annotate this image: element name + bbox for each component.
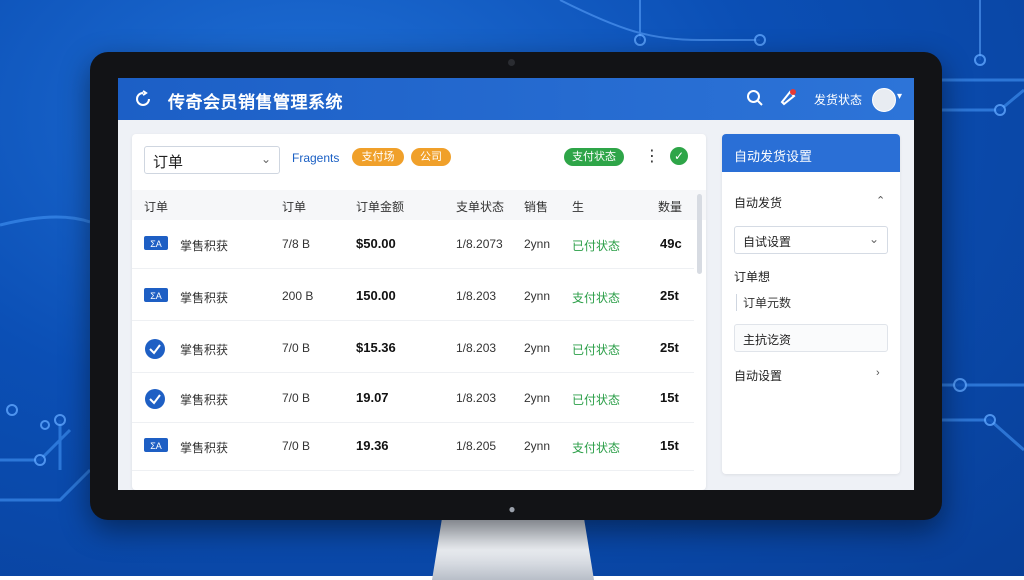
column-header[interactable]: 订单金额 xyxy=(356,198,404,215)
webcam xyxy=(508,59,515,66)
order-user: 2ynn xyxy=(524,439,551,453)
shipping-status-menu[interactable]: 发货状态 xyxy=(814,91,862,108)
order-qty: 15t xyxy=(660,438,679,453)
apple-logo-icon: ● xyxy=(508,502,516,516)
chevron-down-icon: ⌄ xyxy=(260,152,271,166)
auto-ship-section[interactable]: 自动发货 xyxy=(734,194,782,211)
column-header[interactable]: 数量 xyxy=(658,198,682,215)
order-status: 支付状态 xyxy=(572,291,621,305)
order-date: 1/8.203 xyxy=(456,289,497,303)
column-header[interactable]: 生 xyxy=(572,198,584,215)
auto-settings-section[interactable]: 自动设置 xyxy=(734,367,782,384)
auto-setting-select[interactable]: 自试设置 ⌄ xyxy=(734,226,888,254)
settings-input[interactable]: 主抗讫资 xyxy=(734,324,888,352)
avatar[interactable] xyxy=(872,88,896,112)
table-header: 订单 订单 订单金额 支单状态 销售 生 数量 xyxy=(132,190,706,220)
order-user: 2ynn xyxy=(524,341,551,355)
search-icon[interactable] xyxy=(746,89,764,107)
svg-text:ΣA: ΣA xyxy=(150,239,162,249)
order-qty: 15t xyxy=(660,390,679,405)
app-screen: 传奇会员销售管理系统 发货状态 ▾ 订单 ⌄ Fragents 支付场 公司 支… xyxy=(118,78,914,490)
order-date: 1/8.203 xyxy=(456,391,497,405)
orders-panel: 订单 ⌄ Fragents 支付场 公司 支付状态 ⋮ ✓ 订单 订单 订单金额… xyxy=(132,134,706,490)
order-date: 1/8.203 xyxy=(456,341,497,355)
fragents-link[interactable]: Fragents xyxy=(292,151,339,165)
input-value: 主抗讫资 xyxy=(743,333,792,347)
svg-text:ΣA: ΣA xyxy=(150,441,162,451)
product-name: 掌售积获 xyxy=(180,441,229,455)
table-row[interactable]: ΣA 掌售积获 200 B 150.00 1/8.203 2ynn 支付状态 2… xyxy=(132,272,694,321)
auto-ship-settings-panel: 自动发货设置 自动发货 ⌃ 自试设置 ⌄ 订单想 订单元数 主抗讫资 自动设置 … xyxy=(722,134,900,474)
order-status: 支付状态 xyxy=(572,441,621,455)
side-panel-header: 自动发货设置 xyxy=(722,134,900,172)
check-circle-icon[interactable]: ✓ xyxy=(670,147,688,165)
notification-icon[interactable] xyxy=(778,88,798,108)
order-price: 19.36 xyxy=(356,438,389,453)
product-name: 掌售积获 xyxy=(180,343,229,357)
order-date: 1/8.2073 xyxy=(456,237,503,251)
order-price: 19.07 xyxy=(356,390,389,405)
order-status: 已付状态 xyxy=(572,393,621,407)
product-name: 掌售积获 xyxy=(180,239,229,253)
select-value: 自试设置 xyxy=(743,235,792,249)
table-row[interactable]: 掌售积获 7/0 B $15.36 1/8.203 2ynn 已付状态 25t xyxy=(132,324,694,373)
order-filter-select[interactable]: 订单 ⌄ xyxy=(144,146,280,174)
order-user: 2ynn xyxy=(524,391,551,405)
refresh-logo-icon xyxy=(136,90,150,106)
order-qty: 25t xyxy=(660,288,679,303)
app-title: 传奇会员销售管理系统 xyxy=(168,93,343,112)
order-status: 已付状态 xyxy=(572,343,621,357)
product-name: 掌售积获 xyxy=(180,393,229,407)
order-count-item[interactable]: 订单元数 xyxy=(736,294,791,311)
order-id: 7/8 B xyxy=(282,237,311,251)
filter-tag-company[interactable]: 公司 xyxy=(411,148,451,166)
table-row[interactable]: ΣA 掌售积获 7/8 B $50.00 1/8.2073 2ynn 已付状态 … xyxy=(132,220,694,269)
order-section-label: 订单想 xyxy=(734,270,771,284)
order-id: 7/0 B xyxy=(282,391,311,405)
chevron-down-icon: ⌄ xyxy=(868,232,879,246)
shield-check-icon xyxy=(145,339,165,359)
order-id: 7/0 B xyxy=(282,341,311,355)
order-price: $50.00 xyxy=(356,236,396,251)
column-header[interactable]: 订单 xyxy=(144,198,168,215)
order-qty: 25t xyxy=(660,340,679,355)
order-price: 150.00 xyxy=(356,288,396,303)
id-card-icon: ΣA xyxy=(144,438,168,452)
monitor-stand xyxy=(432,520,594,580)
filter-value: 订单 xyxy=(153,154,184,171)
table-row[interactable]: ΣA 掌售积获 7/0 B 19.36 1/8.205 2ynn 支付状态 15… xyxy=(132,422,694,471)
payment-status-tag[interactable]: 支付状态 xyxy=(564,148,624,166)
order-qty: 49c xyxy=(660,236,682,251)
order-user: 2ynn xyxy=(524,289,551,303)
column-header[interactable]: 销售 xyxy=(524,198,548,215)
id-card-icon: ΣA xyxy=(144,288,168,302)
order-id: 7/0 B xyxy=(282,439,311,453)
table-scrollbar[interactable] xyxy=(697,194,702,274)
column-header[interactable]: 订单 xyxy=(282,198,306,215)
top-bar: 传奇会员销售管理系统 发货状态 ▾ xyxy=(118,78,914,120)
filter-tag-payment[interactable]: 支付场 xyxy=(352,148,404,166)
chevron-down-icon[interactable]: ▾ xyxy=(897,91,902,102)
chevron-up-icon[interactable]: ⌃ xyxy=(876,194,885,207)
table-row[interactable]: 掌售积获 7/0 B 19.07 1/8.203 2ynn 已付状态 15t xyxy=(132,374,694,423)
order-date: 1/8.205 xyxy=(456,439,497,453)
more-vertical-icon[interactable]: ⋮ xyxy=(644,146,660,166)
order-id: 200 B xyxy=(282,289,314,303)
shield-check-icon xyxy=(145,389,165,409)
chevron-right-icon[interactable]: › xyxy=(876,367,880,379)
product-name: 掌售积获 xyxy=(180,291,229,305)
id-card-icon: ΣA xyxy=(144,236,168,250)
side-panel-title: 自动发货设置 xyxy=(734,149,813,164)
order-user: 2ynn xyxy=(524,237,551,251)
order-price: $15.36 xyxy=(356,340,396,355)
column-header[interactable]: 支单状态 xyxy=(456,198,504,215)
svg-text:ΣA: ΣA xyxy=(150,291,162,301)
order-status: 已付状态 xyxy=(572,239,621,253)
